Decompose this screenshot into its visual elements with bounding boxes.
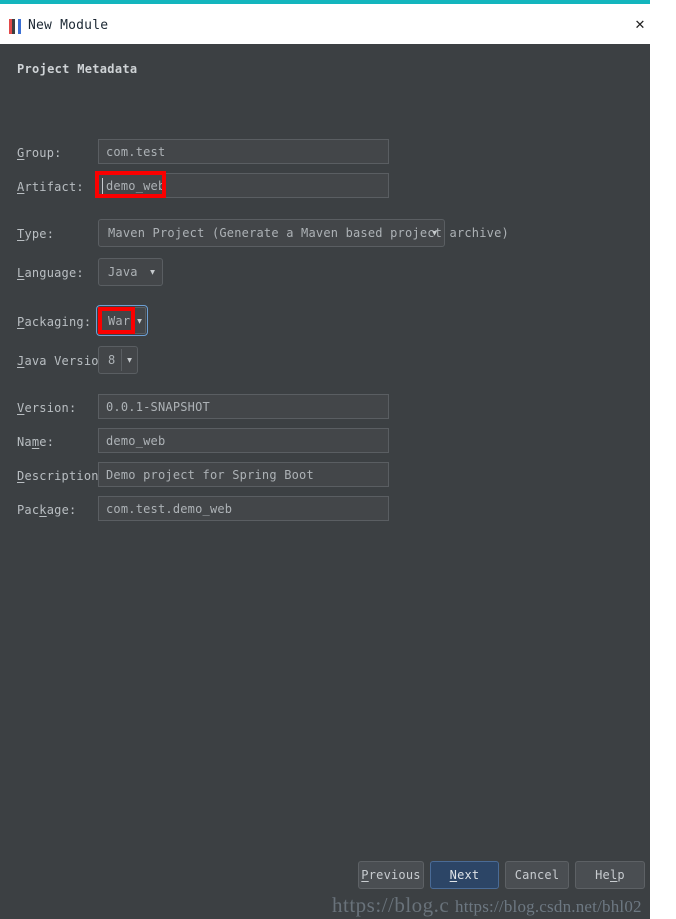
packaging-combo-arrow-button[interactable]: ▼	[131, 307, 146, 334]
version-field[interactable]: 0.0.1-SNAPSHOT	[98, 394, 389, 419]
chevron-down-icon: ▼	[137, 316, 142, 325]
group-field[interactable]: com.test	[98, 139, 389, 164]
java-version-value: 8	[108, 353, 116, 367]
help-button[interactable]: Help	[575, 861, 645, 889]
label-packaging: Packaging:	[17, 315, 92, 329]
combo-separator	[121, 349, 122, 371]
label-group: Group:	[17, 146, 62, 160]
label-language: Language:	[17, 266, 84, 280]
name-value: demo_web	[106, 433, 166, 448]
version-value: 0.0.1-SNAPSHOT	[106, 399, 210, 414]
chevron-down-icon: ▼	[150, 267, 155, 277]
next-button[interactable]: Next	[430, 861, 499, 889]
artifact-field[interactable]: demo_web	[98, 173, 389, 198]
label-type: Type:	[17, 227, 55, 241]
label-name: Name:	[17, 435, 55, 449]
group-value: com.test	[106, 144, 166, 159]
window-title: New Module	[28, 18, 109, 33]
window-titlebar: New Module ✕	[0, 4, 650, 44]
watermark-secondary: https://blog.csdn.net/bhl02	[455, 897, 642, 916]
java-version-combo[interactable]: 8 ▼	[98, 346, 138, 374]
packaging-value: War	[108, 313, 131, 328]
previous-button[interactable]: Previous	[358, 861, 424, 889]
close-icon[interactable]: ✕	[630, 16, 650, 36]
label-description: Description:	[17, 469, 107, 483]
label-package: Package:	[17, 503, 77, 517]
artifact-value: demo_web	[106, 178, 166, 193]
text-caret	[102, 178, 103, 194]
language-combo[interactable]: Java ▼	[98, 258, 163, 286]
name-field[interactable]: demo_web	[98, 428, 389, 453]
language-value: Java	[108, 265, 138, 279]
description-field[interactable]: Demo project for Spring Boot	[98, 462, 389, 487]
cancel-button[interactable]: Cancel	[505, 861, 569, 889]
chevron-down-icon: ▼	[127, 355, 132, 365]
type-combo[interactable]: Maven Project (Generate a Maven based pr…	[98, 219, 509, 247]
description-value: Demo project for Spring Boot	[106, 467, 314, 482]
watermark-primary: https://blog.c	[332, 893, 450, 917]
module-icon	[9, 19, 22, 34]
package-field[interactable]: com.test.demo_web	[98, 496, 389, 521]
label-artifact: Artifact:	[17, 180, 84, 194]
package-value: com.test.demo_web	[106, 501, 233, 516]
page-title: Project Metadata	[17, 62, 138, 76]
type-value: Maven Project (Generate a Maven based pr…	[108, 226, 509, 240]
chevron-down-icon: ▼	[432, 228, 437, 238]
label-version: Version:	[17, 401, 77, 415]
new-module-dialog: Project Metadata Group: com.test Artifac…	[0, 44, 650, 919]
